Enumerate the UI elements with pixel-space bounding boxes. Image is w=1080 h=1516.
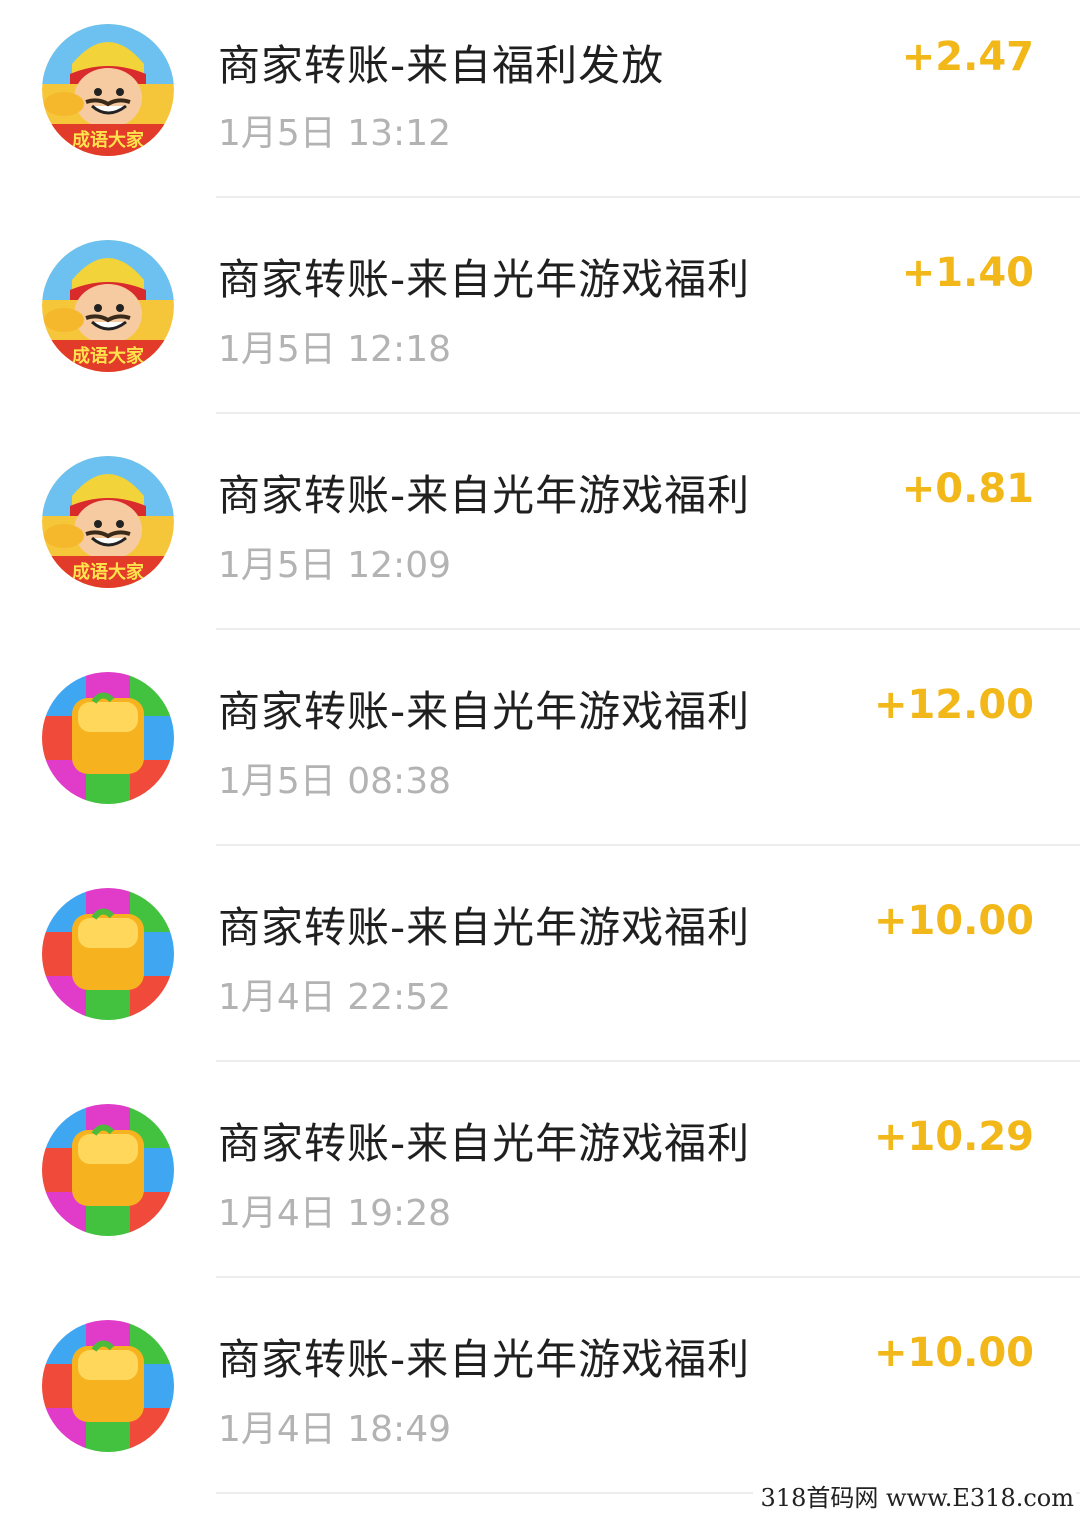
transaction-row[interactable]: 商家转账-来自光年游戏福利 1月5日 08:38 +12.00: [0, 630, 1080, 846]
avatar-label: 成语大家: [72, 561, 145, 583]
fruit-block-game-icon: [42, 1320, 174, 1452]
fruit-block-game-icon: [42, 672, 174, 804]
transaction-time: 1月5日 12:18: [218, 329, 451, 370]
fruit-block-game-icon: [42, 1104, 174, 1236]
transaction-amount: +2.47: [901, 34, 1034, 80]
transaction-time: 1月5日 13:12: [218, 113, 451, 154]
transaction-time: 1月5日 08:38: [218, 761, 451, 802]
transaction-amount: +0.81: [901, 466, 1034, 512]
transaction-time: 1月5日 12:09: [218, 545, 451, 586]
transaction-time: 1月4日 22:52: [218, 977, 451, 1018]
transaction-row[interactable]: 成语大家 商家转账-来自光年游戏福利 1月5日 12:09 +0.81: [0, 414, 1080, 630]
transaction-amount: +12.00: [873, 682, 1034, 728]
transaction-title: 商家转账-来自光年游戏福利: [218, 255, 751, 304]
watermark: 318首码网 www.E318.com: [752, 1476, 1076, 1516]
avatar-label: 成语大家: [72, 345, 145, 367]
transaction-amount: +10.00: [873, 898, 1034, 944]
transaction-title: 商家转账-来自光年游戏福利: [218, 687, 751, 736]
transaction-title: 商家转账-来自福利发放: [218, 41, 665, 90]
transaction-amount: +1.40: [901, 250, 1034, 296]
transaction-row[interactable]: 成语大家 商家转账-来自福利发放 1月5日 13:12 +2.47: [0, 0, 1080, 198]
transaction-list: 成语大家 商家转账-来自福利发放 1月5日 13:12 +2.47 成语大家 商…: [0, 0, 1080, 1494]
transaction-title: 商家转账-来自光年游戏福利: [218, 1119, 751, 1168]
transaction-title: 商家转账-来自光年游戏福利: [218, 1335, 751, 1384]
transaction-time: 1月4日 19:28: [218, 1193, 451, 1234]
transaction-title: 商家转账-来自光年游戏福利: [218, 471, 751, 520]
transaction-row[interactable]: 商家转账-来自光年游戏福利 1月4日 22:52 +10.00: [0, 846, 1080, 1062]
transaction-row[interactable]: 成语大家 商家转账-来自光年游戏福利 1月5日 12:18 +1.40: [0, 198, 1080, 414]
transaction-title: 商家转账-来自光年游戏福利: [218, 903, 751, 952]
transaction-amount: +10.00: [873, 1330, 1034, 1376]
fruit-block-game-icon: [42, 888, 174, 1020]
transaction-time: 1月4日 18:49: [218, 1409, 451, 1450]
idiom-game-avatar-icon: 成语大家: [42, 240, 174, 372]
avatar-label: 成语大家: [72, 129, 145, 151]
idiom-game-avatar-icon: 成语大家: [42, 456, 174, 588]
transaction-row[interactable]: 商家转账-来自光年游戏福利 1月4日 18:49 +10.00: [0, 1278, 1080, 1494]
idiom-game-avatar-icon: 成语大家: [42, 24, 174, 156]
transaction-row[interactable]: 商家转账-来自光年游戏福利 1月4日 19:28 +10.29: [0, 1062, 1080, 1278]
transaction-amount: +10.29: [873, 1114, 1034, 1160]
